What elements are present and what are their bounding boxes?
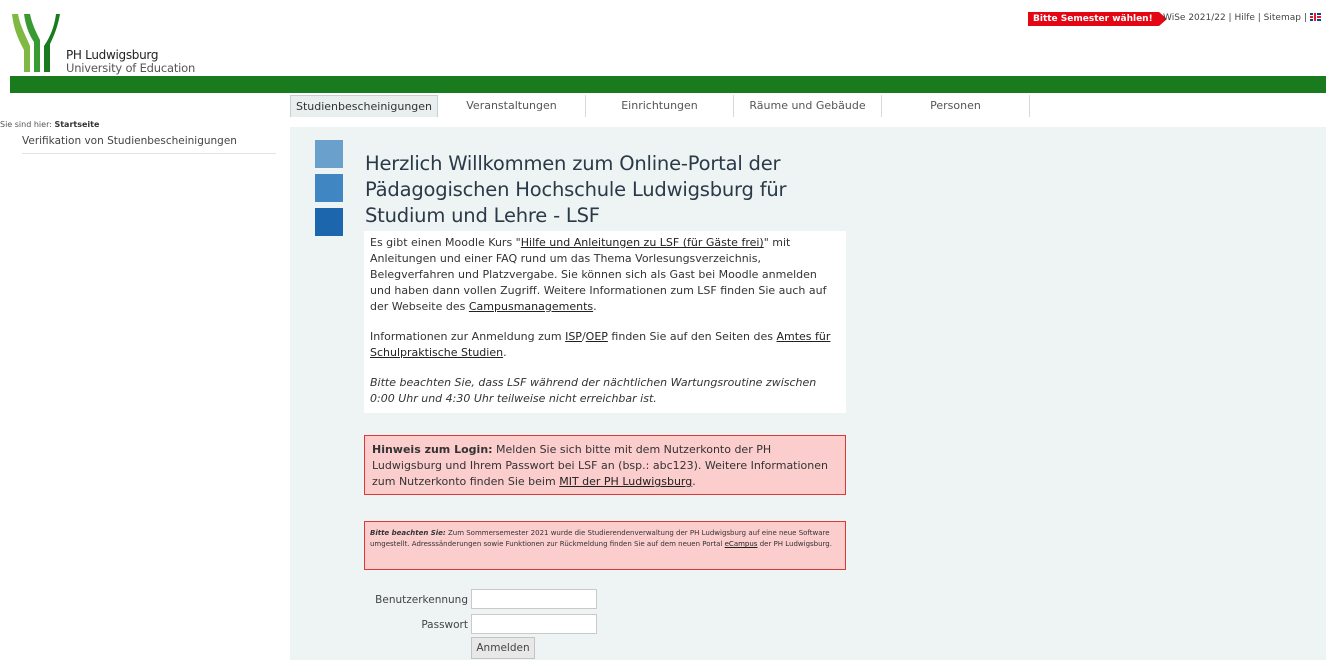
main-tabs: Studienbescheinigungen Veranstaltungen E… xyxy=(290,95,1030,117)
page-title: Herzlich Willkommen zum Online-Portal de… xyxy=(365,152,787,227)
username-label: Benutzerkennung xyxy=(375,594,468,606)
semester-notice: Bitte beachten Sie: Zum Sommersemester 2… xyxy=(364,521,846,570)
decorative-square xyxy=(315,174,343,202)
intro-text: . xyxy=(593,300,597,313)
login-notice: Hinweis zum Login: Melden Sie sich bitte… xyxy=(364,435,846,495)
logo-title: PH Ludwigsburg xyxy=(66,48,159,62)
sidebar-item-verifikation[interactable]: Verifikation von Studienbescheinigungen xyxy=(22,135,276,154)
tab-raeume-gebaeude[interactable]: Räume und Gebäude xyxy=(734,95,882,117)
intro-paragraph-isp: Informationen zur Anmeldung zum ISP/OEP … xyxy=(370,329,840,361)
intro-box: Es gibt einen Moodle Kurs "Hilfe und Anl… xyxy=(364,231,846,413)
uk-flag-icon[interactable] xyxy=(1309,13,1321,21)
login-notice-label: Hinweis zum Login: xyxy=(372,443,493,456)
breadcrumb-prefix: Sie sind hier: xyxy=(0,120,52,129)
ph-logo-icon xyxy=(12,14,60,72)
maintenance-notice: Bitte beachten Sie, dass LSF während der… xyxy=(370,376,817,405)
semester-select-badge[interactable]: Bitte Semester wählen! xyxy=(1028,12,1167,26)
tab-einrichtungen[interactable]: Einrichtungen xyxy=(586,95,734,117)
logo-subtitle: University of Education xyxy=(66,61,196,75)
semester-notice-label: Bitte beachten Sie: xyxy=(370,529,446,537)
username-input[interactable] xyxy=(471,589,597,609)
password-input[interactable] xyxy=(471,614,597,634)
moodle-course-link[interactable]: Hilfe und Anleitungen zu LSF (für Gäste … xyxy=(521,236,764,249)
intro-text: finden Sie auf den Seiten des xyxy=(607,330,777,343)
tab-personen[interactable]: Personen xyxy=(882,95,1030,117)
top-links-text[interactable]: WiSe 2021/22 | Hilfe | Sitemap | xyxy=(1163,13,1307,23)
tab-studienbescheinigungen[interactable]: Studienbescheinigungen xyxy=(290,95,438,117)
mit-link[interactable]: MIT der PH Ludwigsburg xyxy=(559,475,692,488)
password-label: Passwort xyxy=(421,619,468,631)
green-navbar xyxy=(10,76,1326,93)
semester-notice-end: der PH Ludwigsburg. xyxy=(757,540,832,548)
intro-text: Informationen zur Anmeldung zum xyxy=(370,330,566,343)
decorative-square xyxy=(315,208,343,236)
intro-paragraph-maintenance: Bitte beachten Sie, dass LSF während der… xyxy=(370,375,840,407)
decorative-square xyxy=(315,140,343,168)
isp-link[interactable]: ISP xyxy=(565,330,582,343)
ecampus-link[interactable]: eCampus xyxy=(725,540,758,548)
tab-veranstaltungen[interactable]: Veranstaltungen xyxy=(438,95,586,117)
intro-text: Es gibt einen Moodle Kurs " xyxy=(370,236,521,249)
intro-text: . xyxy=(503,346,507,359)
breadcrumb-current[interactable]: Startseite xyxy=(54,120,99,129)
login-button[interactable]: Anmelden xyxy=(471,637,535,659)
oep-link[interactable]: OEP xyxy=(586,330,608,343)
breadcrumb: Sie sind hier: Startseite xyxy=(0,120,99,129)
top-links: WiSe 2021/22 | Hilfe | Sitemap | xyxy=(1163,13,1321,23)
intro-paragraph-moodle: Es gibt einen Moodle Kurs "Hilfe und Anl… xyxy=(370,235,840,315)
campusmanagement-link[interactable]: Campusmanagements xyxy=(469,300,593,313)
university-logo[interactable]: PH Ludwigsburg University of Education xyxy=(10,12,210,75)
main-content: Herzlich Willkommen zum Online-Portal de… xyxy=(290,127,1326,660)
login-notice-end: . xyxy=(692,475,696,488)
